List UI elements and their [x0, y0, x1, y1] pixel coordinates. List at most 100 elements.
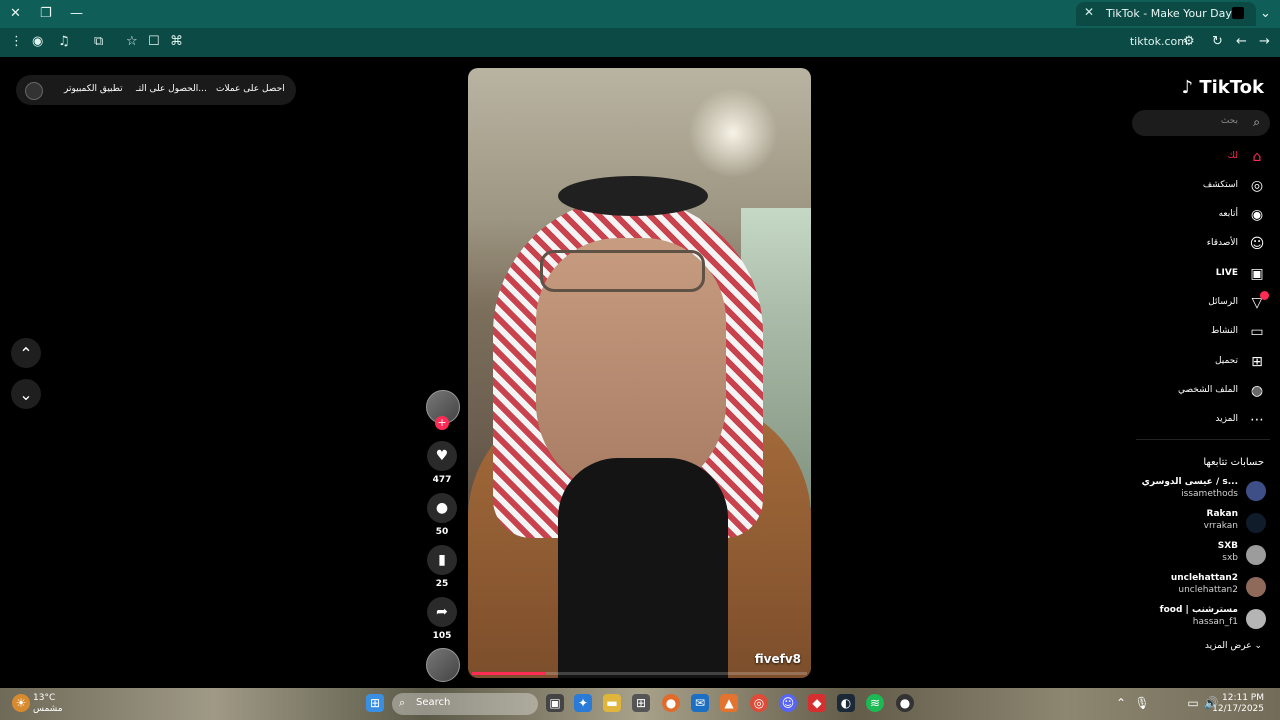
sidebar-item-for-you[interactable]: لك ⌂ [1146, 146, 1266, 170]
bookmark-icon[interactable]: ▮ [427, 545, 457, 575]
media-icon[interactable]: ♫ [58, 34, 70, 49]
account-name: عيسى الدوسري / s... [1141, 477, 1238, 487]
file-explorer-icon[interactable]: ▬ [603, 694, 621, 712]
store-icon[interactable]: ⊞ [632, 694, 650, 712]
chrome-icon[interactable]: ◎ [750, 694, 768, 712]
search-icon: ⌕ [399, 696, 406, 709]
heart-icon[interactable]: ♥ [427, 441, 457, 471]
followed-account[interactable]: عيسى الدوسري / s... issamethods [1126, 477, 1266, 503]
sound-avatar[interactable] [426, 648, 460, 682]
next-video-button[interactable]: ⌄ [11, 379, 41, 409]
sidebar-item-friends[interactable]: الأصدقاء ☺ [1146, 233, 1266, 257]
sidebar-item-live[interactable]: LIVE ▣ [1146, 263, 1266, 287]
share-action: ➦ 105 [426, 597, 458, 641]
followed-account[interactable]: SXB sxb [1126, 541, 1266, 567]
steam-icon[interactable]: ◐ [837, 694, 855, 712]
sidebar-item-more[interactable]: المزيد ⋯ [1146, 409, 1266, 433]
tab-search-icon[interactable]: ⌄ [1260, 6, 1271, 21]
bookmark-star-icon[interactable]: ☆ [126, 34, 138, 49]
account-handle: hassan_f1 [1192, 617, 1238, 627]
window-minimize-icon[interactable]: — [70, 6, 83, 21]
video-frame-detail [540, 250, 705, 292]
reload-icon[interactable]: ↻ [1212, 34, 1223, 49]
sidebar-item-explore[interactable]: استكشف ◎ [1146, 175, 1266, 199]
weather-widget[interactable]: 13°C مشمس [33, 693, 63, 715]
avatar [1246, 545, 1266, 565]
like-count: 477 [432, 475, 452, 485]
see-more-link[interactable]: عرض المزيد ⌄ [1205, 641, 1262, 651]
save-action: ▮ 25 [426, 545, 458, 589]
see-more-label: عرض المزيد [1204, 641, 1252, 651]
site-settings-icon[interactable]: ⚙ [1183, 34, 1195, 49]
discord-icon[interactable]: ☺ [779, 694, 797, 712]
sidebar-item-messages[interactable]: الرسائل ▽ [1146, 291, 1269, 316]
outlook-icon[interactable]: ✉ [691, 694, 709, 712]
copilot-icon[interactable]: ✦ [574, 694, 592, 712]
sidebar-item-label: أتابعه [1218, 209, 1238, 219]
avatar[interactable] [25, 82, 43, 100]
comment-icon[interactable]: ● [427, 493, 457, 523]
tab-close-icon[interactable]: ✕ [1084, 5, 1094, 19]
network-icon[interactable]: ▭ [1184, 694, 1202, 712]
window-restore-icon[interactable]: ❐ [40, 6, 52, 21]
menu-icon[interactable]: ⋮ [10, 34, 23, 49]
extensions-icon[interactable]: ⧉ [94, 34, 103, 49]
friends-icon: ☺ [1249, 236, 1265, 252]
tab-tiktok[interactable]: ✕ TikTok - Make Your Day [1076, 2, 1256, 26]
sidebar-item-label: LIVE [1215, 268, 1238, 278]
avatar [1246, 577, 1266, 597]
forward-icon[interactable]: → [1259, 34, 1270, 49]
search-icon[interactable]: ⌕ [1253, 115, 1260, 130]
video-progress-bar[interactable] [472, 672, 807, 675]
profile-icon[interactable]: ◉ [32, 34, 43, 49]
task-view-icon[interactable]: ▣ [546, 694, 564, 712]
sidebar-item-profile[interactable]: الملف الشخصي ◍ [1146, 380, 1266, 404]
share-icon[interactable]: ➦ [427, 597, 457, 627]
comment-count: 50 [435, 527, 449, 537]
sound-avatar-group [426, 648, 460, 682]
compass-icon: ◎ [1250, 178, 1264, 194]
computer-app-button[interactable]: تطبيق الكمبيوتر [64, 84, 123, 94]
send-icon: ▽ [1248, 291, 1269, 312]
window-close-icon[interactable]: ✕ [10, 6, 21, 21]
tiktok-logo[interactable]: ♪ TikTok [1182, 77, 1264, 98]
get-app-button[interactable]: الحصول على التـ... [136, 84, 207, 94]
windows-start-icon[interactable]: ⊞ [366, 694, 384, 712]
share-count: 105 [432, 631, 452, 641]
followed-account[interactable]: food | مسترشنب hassan_f1 [1126, 605, 1266, 631]
video-username[interactable]: fivefv8 [755, 652, 801, 666]
logo-text: TikTok [1199, 77, 1264, 98]
search-input[interactable]: بحث ⌕ [1132, 110, 1270, 136]
app-icon[interactable]: ◆ [808, 694, 826, 712]
app-icon[interactable]: ● [896, 694, 914, 712]
taskbar-clock[interactable]: 12:11 PM 12/17/2025 [1212, 693, 1264, 715]
microphone-icon[interactable]: 🎙 [1133, 694, 1151, 712]
account-name: food | مسترشنب [1159, 605, 1238, 615]
video-frame-detail [558, 176, 708, 216]
chevron-up-icon[interactable]: ⌃ [1112, 694, 1130, 712]
top-actions-pill: تطبيق الكمبيوتر الحصول على التـ... احصل … [16, 75, 296, 105]
spotify-icon[interactable]: ≋ [866, 694, 884, 712]
account-handle: unclehattan2 [1178, 585, 1238, 595]
follow-plus-icon[interactable]: + [435, 416, 449, 430]
sidebar-item-following[interactable]: أتابعه ◉ [1146, 204, 1266, 228]
app-icon[interactable]: ▲ [720, 694, 738, 712]
followed-account[interactable]: unclehattan2 unclehattan2 [1126, 573, 1266, 599]
more-dots-icon: ⋯ [1250, 412, 1264, 428]
video-player[interactable]: fivefv8 [468, 68, 811, 678]
weather-icon[interactable]: ☀ [12, 694, 30, 712]
sidebar-item-activity[interactable]: النشاط ▭ [1146, 321, 1266, 345]
get-coins-button[interactable]: احصل على عملات [216, 84, 285, 94]
video-frame-detail [558, 458, 728, 678]
url-text[interactable]: tiktok.com [1130, 35, 1188, 48]
taskbar-search[interactable]: ⌕ Search [392, 693, 538, 715]
firefox-icon[interactable]: ● [662, 694, 680, 712]
sidebar-item-label: استكشف [1202, 180, 1238, 190]
translate-icon[interactable]: ⌘ [170, 34, 183, 49]
reading-mode-icon[interactable]: ☐ [148, 34, 160, 49]
sidebar-item-upload[interactable]: تحميل ⊞ [1146, 351, 1266, 375]
home-icon: ⌂ [1252, 149, 1262, 165]
back-icon[interactable]: ← [1236, 34, 1247, 49]
previous-video-button[interactable]: ⌃ [11, 338, 41, 368]
followed-account[interactable]: Rakan vrrakan [1126, 509, 1266, 535]
